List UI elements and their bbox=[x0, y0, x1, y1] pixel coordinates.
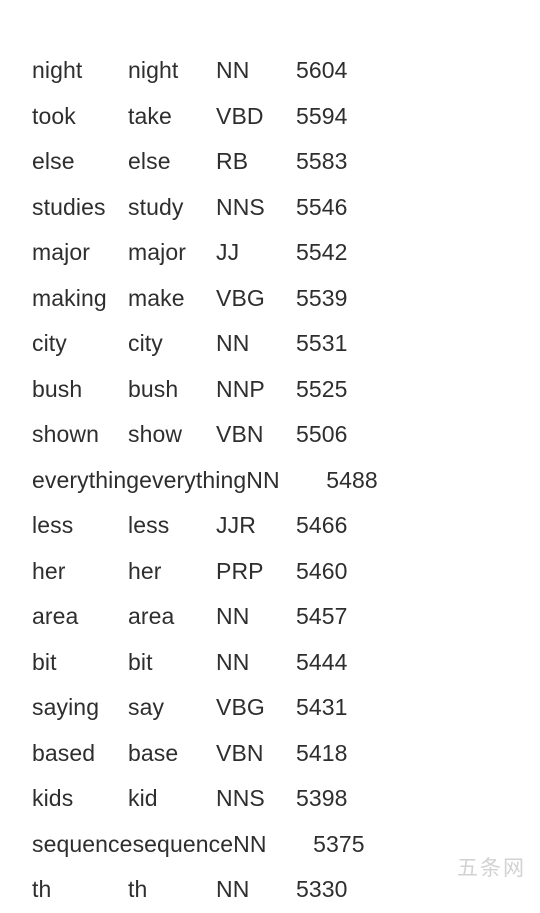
cell-pos-tag: JJ bbox=[216, 239, 240, 265]
word-list-row: night night NN 5604 bbox=[32, 48, 348, 94]
word-list-row: based base VBN 5418 bbox=[32, 731, 348, 777]
cell-pos-tag: JJR bbox=[216, 512, 256, 538]
cell-count: 5488 bbox=[326, 466, 378, 493]
cell-word: bit bbox=[32, 648, 57, 675]
word-list-row: her her PRP 5460 bbox=[32, 549, 348, 595]
word-list-row: everythingeverythingNN 5488 bbox=[32, 458, 378, 504]
cell-count: 5457 bbox=[296, 603, 348, 629]
cell-count: 5444 bbox=[296, 648, 348, 675]
cell-pos-tag: NNS bbox=[216, 785, 265, 811]
word-list-row: area area NN 5457 bbox=[32, 594, 348, 640]
word-list-row: took take VBD 5594 bbox=[32, 94, 348, 140]
cell-pos-tag: NN bbox=[216, 603, 250, 629]
cell-count: 5531 bbox=[296, 330, 348, 356]
word-list-row: else else RB 5583 bbox=[32, 139, 348, 185]
cell-lemma: make bbox=[128, 284, 185, 311]
cell-word: less bbox=[32, 512, 74, 538]
cell-count: 5330 bbox=[296, 876, 348, 902]
cell-word: major bbox=[32, 239, 91, 265]
cell-pos-tag: NN bbox=[246, 466, 280, 493]
cell-lemma: less bbox=[128, 512, 170, 538]
cell-pos-tag: VBG bbox=[216, 284, 265, 311]
word-list-row: city city NN 5531 bbox=[32, 321, 348, 367]
cell-word: th bbox=[32, 876, 52, 902]
cell-pos-tag: NN bbox=[216, 57, 250, 83]
cell-lemma: study bbox=[128, 193, 184, 220]
cell-pos-tag: NN bbox=[216, 330, 250, 356]
cell-lemma: else bbox=[128, 148, 171, 174]
cell-pos-tag: NN bbox=[216, 648, 250, 675]
cell-lemma: show bbox=[128, 421, 183, 447]
cell-pos-tag: NNP bbox=[216, 375, 265, 402]
cell-pos-tag: NN bbox=[233, 830, 267, 857]
word-list-row: bush bush NNP 5525 bbox=[32, 367, 348, 413]
word-list-row: shown show VBN 5506 bbox=[32, 412, 348, 458]
cell-word: area bbox=[32, 603, 79, 629]
cell-pos-tag: VBG bbox=[216, 694, 265, 720]
cell-word: everything bbox=[32, 466, 140, 493]
cell-word: night bbox=[32, 57, 83, 83]
cell-pos-tag: NN bbox=[216, 876, 250, 902]
cell-lemma: base bbox=[128, 739, 179, 766]
cell-pos-tag: NNS bbox=[216, 193, 265, 220]
cell-word: studies bbox=[32, 193, 106, 220]
cell-pos-tag: VBD bbox=[216, 102, 264, 129]
cell-pos-tag: RB bbox=[216, 148, 249, 174]
cell-count: 5583 bbox=[296, 148, 348, 174]
cell-count: 5466 bbox=[296, 512, 348, 538]
cell-word: sequence bbox=[32, 830, 133, 857]
cell-word: else bbox=[32, 148, 75, 174]
cell-lemma: take bbox=[128, 102, 172, 129]
cell-lemma: city bbox=[128, 330, 163, 356]
cell-pos-tag: VBN bbox=[216, 421, 264, 447]
cell-count: 5539 bbox=[296, 284, 348, 311]
cell-lemma: sequence bbox=[132, 830, 234, 857]
cell-word: making bbox=[32, 284, 107, 311]
cell-count: 5398 bbox=[296, 785, 348, 811]
cell-pos-tag: PRP bbox=[216, 557, 264, 584]
cell-lemma: bush bbox=[128, 375, 179, 402]
cell-count: 5375 bbox=[313, 830, 365, 857]
cell-lemma: her bbox=[128, 557, 162, 584]
word-list-row: making make VBG 5539 bbox=[32, 276, 348, 322]
cell-word: took bbox=[32, 102, 76, 129]
cell-count: 5506 bbox=[296, 421, 348, 447]
cell-count: 5546 bbox=[296, 193, 348, 220]
word-list-row: kids kid NNS 5398 bbox=[32, 776, 348, 822]
cell-lemma: kid bbox=[128, 785, 158, 811]
cell-word: saying bbox=[32, 694, 100, 720]
cell-word: shown bbox=[32, 421, 99, 447]
cell-pos-tag: VBN bbox=[216, 739, 264, 766]
cell-count: 5594 bbox=[296, 102, 348, 129]
cell-count: 5431 bbox=[296, 694, 348, 720]
site-watermark: 五条网 bbox=[457, 856, 526, 880]
word-list-row: saying say VBG 5431 bbox=[32, 685, 348, 731]
word-list-row: th th NN 5330 bbox=[32, 867, 348, 913]
cell-count: 5418 bbox=[296, 739, 348, 766]
word-list-row: studies study NNS 5546 bbox=[32, 185, 348, 231]
cell-lemma: night bbox=[128, 57, 179, 83]
cell-word: kids bbox=[32, 785, 74, 811]
cell-word: bush bbox=[32, 375, 83, 402]
cell-count: 5460 bbox=[296, 557, 348, 584]
cell-lemma: major bbox=[128, 239, 187, 265]
cell-lemma: bit bbox=[128, 648, 153, 675]
word-list-row: bit bit NN 5444 bbox=[32, 640, 348, 686]
cell-word: based bbox=[32, 739, 96, 766]
cell-lemma: everything bbox=[139, 466, 247, 493]
cell-lemma: say bbox=[128, 694, 165, 720]
word-list-row: sequencesequenceNN 5375 bbox=[32, 822, 365, 868]
cell-word: city bbox=[32, 330, 67, 356]
word-list-row: major major JJ 5542 bbox=[32, 230, 348, 276]
cell-word: her bbox=[32, 557, 66, 584]
cell-count: 5542 bbox=[296, 239, 348, 265]
cell-lemma: th bbox=[128, 876, 148, 902]
word-list-row: less less JJR 5466 bbox=[32, 503, 348, 549]
cell-count: 5525 bbox=[296, 375, 348, 402]
cell-lemma: area bbox=[128, 603, 175, 629]
cell-count: 5604 bbox=[296, 57, 348, 83]
